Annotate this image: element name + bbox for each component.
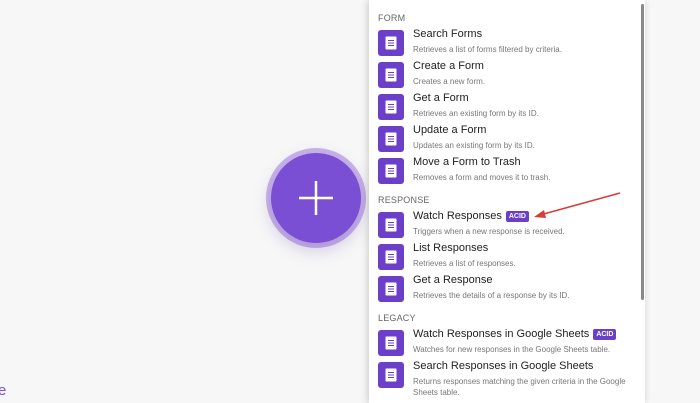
item-title: Create a Form [413,60,484,72]
module-list-panel: FORM Search Forms Retrieves a list of fo… [369,0,645,403]
item-update-form[interactable]: Update a Form Updates an existing form b… [369,124,639,156]
item-title: Move a Form to Trash [413,156,521,168]
item-title: Search Forms [413,28,483,40]
item-get-response[interactable]: Get a Response Retrieves the details of … [369,274,639,306]
document-icon [378,126,404,152]
section-header-response: RESPONSE [378,195,430,205]
item-description: Updates an existing form by its ID. [413,141,535,150]
panel-scrollbar[interactable] [641,4,644,300]
document-icon [378,276,404,302]
canvas-edge-text: e [0,382,7,399]
item-description: Retrieves an existing form by its ID. [413,109,539,118]
add-module-button[interactable] [271,153,361,243]
acid-badge: ACID [505,210,529,222]
item-title: Watch Responses in Google Sheets ACID [413,328,617,340]
plus-icon [299,181,333,215]
item-description: Returns responses matching the given cri… [413,377,626,397]
document-icon [378,62,404,88]
section-header-form: FORM [378,13,406,23]
item-description: Retrieves a list of responses. [413,259,516,268]
item-get-form[interactable]: Get a Form Retrieves an existing form by… [369,92,639,124]
acid-badge: ACID [593,328,617,340]
item-watch-responses[interactable]: Watch Responses ACID Triggers when a new … [369,210,639,242]
item-search-responses-google-sheets[interactable]: Search Responses in Google Sheets Return… [369,360,639,400]
document-icon [378,94,404,120]
item-description: Triggers when a new response is received… [413,227,565,236]
item-description: Retrieves a list of forms filtered by cr… [413,45,562,54]
item-watch-responses-google-sheets[interactable]: Watch Responses in Google Sheets ACID Wat… [369,328,639,360]
document-icon [378,30,404,56]
document-icon [378,362,404,388]
item-search-forms[interactable]: Search Forms Retrieves a list of forms f… [369,28,639,60]
item-title: Watch Responses ACID [413,210,529,222]
document-icon [378,212,404,238]
item-title: Get a Response [413,274,493,286]
item-description: Creates a new form. [413,77,486,86]
item-description: Retrieves the details of a response by i… [413,291,570,300]
item-title: Update a Form [413,124,487,136]
item-title: List Responses [413,242,489,254]
section-header-legacy: LEGACY [378,313,416,323]
document-icon [378,244,404,270]
item-move-form-to-trash[interactable]: Move a Form to Trash Removes a form and … [369,156,639,188]
item-create-form[interactable]: Create a Form Creates a new form. [369,60,639,92]
item-description: Removes a form and moves it to trash. [413,173,551,182]
item-title: Search Responses in Google Sheets [413,360,594,372]
document-icon [378,158,404,184]
item-list-responses[interactable]: List Responses Retrieves a list of respo… [369,242,639,274]
item-description: Watches for new responses in the Google … [413,345,611,354]
document-icon [378,330,404,356]
item-title: Get a Form [413,92,469,104]
